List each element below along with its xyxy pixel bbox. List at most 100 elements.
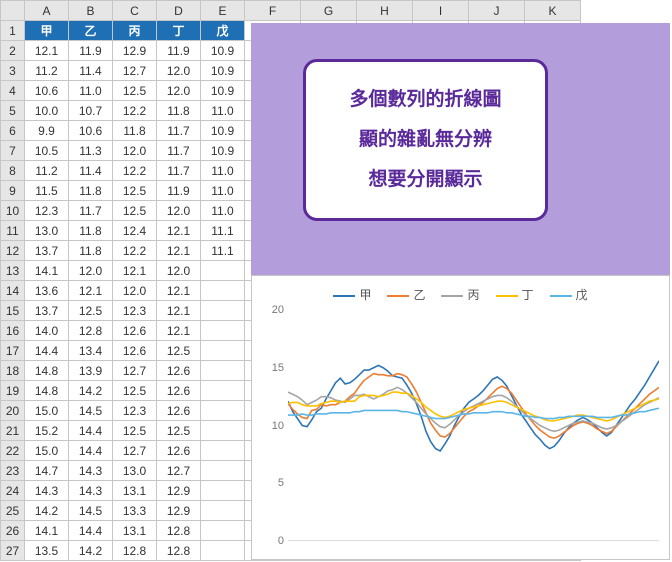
data-cell[interactable]: 11.2: [25, 61, 69, 81]
data-cell[interactable]: 11.3: [69, 141, 113, 161]
row-header[interactable]: 21: [1, 421, 25, 441]
data-cell[interactable]: 12.9: [113, 41, 157, 61]
data-cell[interactable]: 14.8: [25, 381, 69, 401]
data-cell[interactable]: [201, 401, 245, 421]
data-cell[interactable]: 12.1: [157, 281, 201, 301]
data-cell[interactable]: 14.4: [69, 521, 113, 541]
data-cell[interactable]: [201, 341, 245, 361]
data-cell[interactable]: 11.5: [25, 181, 69, 201]
row-header[interactable]: 1: [1, 21, 25, 41]
data-cell[interactable]: 12.0: [157, 81, 201, 101]
data-cell[interactable]: 11.9: [157, 41, 201, 61]
data-cell[interactable]: 11.7: [157, 141, 201, 161]
data-cell[interactable]: 12.6: [157, 381, 201, 401]
row-header[interactable]: 4: [1, 81, 25, 101]
row-header[interactable]: 3: [1, 61, 25, 81]
data-cell[interactable]: 11.9: [157, 181, 201, 201]
data-cell[interactable]: 12.1: [113, 261, 157, 281]
data-cell[interactable]: 13.6: [25, 281, 69, 301]
row-header[interactable]: 7: [1, 141, 25, 161]
data-cell[interactable]: [201, 421, 245, 441]
data-cell[interactable]: 12.8: [157, 541, 201, 561]
data-cell[interactable]: 14.4: [69, 441, 113, 461]
data-cell[interactable]: 12.0: [113, 281, 157, 301]
column-header[interactable]: A: [25, 1, 69, 21]
data-cell[interactable]: [201, 461, 245, 481]
data-cell[interactable]: 14.3: [69, 481, 113, 501]
data-cell[interactable]: 12.0: [157, 61, 201, 81]
row-header[interactable]: 12: [1, 241, 25, 261]
data-cell[interactable]: 11.8: [157, 101, 201, 121]
chart-container[interactable]: 甲乙丙丁戊 05101520: [251, 275, 670, 560]
row-header[interactable]: 23: [1, 461, 25, 481]
data-cell[interactable]: 13.1: [113, 481, 157, 501]
data-cell[interactable]: 10.9: [201, 81, 245, 101]
data-cell[interactable]: 12.5: [157, 421, 201, 441]
row-header[interactable]: 14: [1, 281, 25, 301]
row-header[interactable]: 2: [1, 41, 25, 61]
data-cell[interactable]: [201, 261, 245, 281]
data-cell[interactable]: 9.9: [25, 121, 69, 141]
data-cell[interactable]: 11.7: [157, 161, 201, 181]
data-cell[interactable]: 11.0: [69, 81, 113, 101]
data-cell[interactable]: 10.5: [25, 141, 69, 161]
column-header[interactable]: G: [301, 1, 357, 21]
data-cell[interactable]: 12.3: [113, 301, 157, 321]
data-cell[interactable]: 11.4: [69, 61, 113, 81]
data-header-cell[interactable]: 丙: [113, 21, 157, 41]
row-header[interactable]: 25: [1, 501, 25, 521]
data-cell[interactable]: 10.6: [69, 121, 113, 141]
data-cell[interactable]: 12.0: [157, 201, 201, 221]
column-header[interactable]: F: [245, 1, 301, 21]
row-header[interactable]: 22: [1, 441, 25, 461]
data-cell[interactable]: 13.0: [25, 221, 69, 241]
data-cell[interactable]: 12.5: [69, 301, 113, 321]
column-header[interactable]: D: [157, 1, 201, 21]
data-cell[interactable]: 12.6: [157, 361, 201, 381]
data-cell[interactable]: 12.0: [157, 261, 201, 281]
row-header[interactable]: 13: [1, 261, 25, 281]
data-cell[interactable]: 10.9: [201, 61, 245, 81]
column-header[interactable]: I: [413, 1, 469, 21]
data-cell[interactable]: 14.5: [69, 501, 113, 521]
data-cell[interactable]: [201, 381, 245, 401]
data-cell[interactable]: 14.2: [25, 501, 69, 521]
row-header[interactable]: 27: [1, 541, 25, 561]
data-cell[interactable]: 10.6: [25, 81, 69, 101]
data-cell[interactable]: 12.5: [157, 341, 201, 361]
data-cell[interactable]: 12.4: [113, 221, 157, 241]
callout-box[interactable]: 多個數列的折線圖 顯的雜亂無分辨 想要分開顯示: [303, 59, 548, 221]
data-cell[interactable]: 12.2: [113, 161, 157, 181]
data-cell[interactable]: 12.1: [157, 321, 201, 341]
data-cell[interactable]: 12.7: [113, 61, 157, 81]
row-header[interactable]: 9: [1, 181, 25, 201]
row-header[interactable]: 24: [1, 481, 25, 501]
row-header[interactable]: 16: [1, 321, 25, 341]
data-cell[interactable]: 12.9: [157, 501, 201, 521]
data-cell[interactable]: 13.0: [113, 461, 157, 481]
data-cell[interactable]: [201, 521, 245, 541]
data-cell[interactable]: 12.5: [113, 181, 157, 201]
data-cell[interactable]: 12.5: [113, 201, 157, 221]
data-cell[interactable]: [201, 361, 245, 381]
data-cell[interactable]: 12.2: [113, 241, 157, 261]
data-cell[interactable]: 11.2: [25, 161, 69, 181]
row-header[interactable]: 18: [1, 361, 25, 381]
data-cell[interactable]: 10.9: [201, 121, 245, 141]
row-header[interactable]: 8: [1, 161, 25, 181]
data-cell[interactable]: 12.3: [25, 201, 69, 221]
data-cell[interactable]: 12.7: [113, 441, 157, 461]
data-cell[interactable]: 12.6: [157, 441, 201, 461]
data-cell[interactable]: 11.0: [201, 161, 245, 181]
data-cell[interactable]: 12.0: [113, 141, 157, 161]
data-cell[interactable]: 12.1: [69, 281, 113, 301]
data-cell[interactable]: 12.9: [157, 481, 201, 501]
data-cell[interactable]: 12.1: [25, 41, 69, 61]
data-cell[interactable]: 14.2: [69, 541, 113, 561]
data-cell[interactable]: 12.6: [113, 341, 157, 361]
data-cell[interactable]: 14.3: [25, 481, 69, 501]
data-cell[interactable]: 11.7: [157, 121, 201, 141]
data-cell[interactable]: 13.5: [25, 541, 69, 561]
data-cell[interactable]: 10.9: [201, 141, 245, 161]
data-cell[interactable]: [201, 281, 245, 301]
